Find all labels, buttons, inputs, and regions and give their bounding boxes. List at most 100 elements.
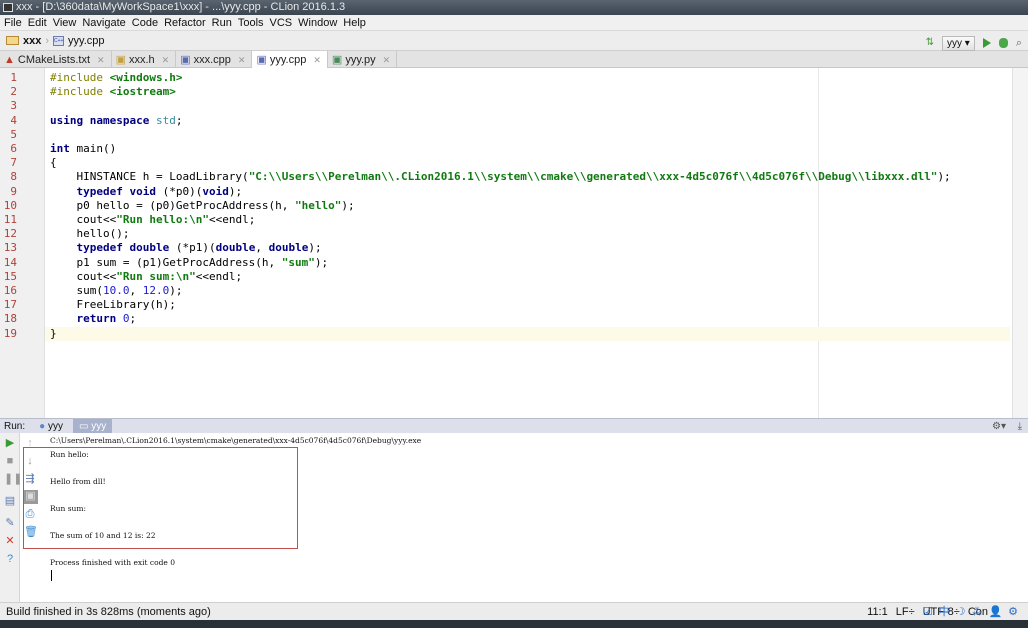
tab-yyy-py[interactable]: ▣ yyy.py ✕ — [328, 51, 398, 68]
console-line: C:\Users\Perelman\.CLion2016.1\system\cm… — [50, 436, 422, 445]
code-line[interactable]: p0 hello = (p0)GetProcAddress(h, "hello"… — [50, 198, 355, 213]
code-line[interactable]: typedef double (*p1)(double, double); — [50, 241, 322, 255]
right-margin-guide — [818, 68, 819, 418]
search-icon[interactable]: ⌕ — [1016, 33, 1022, 53]
code-line[interactable]: HINSTANCE h = LoadLibrary("C:\\Users\\Pe… — [50, 170, 951, 184]
menu-view[interactable]: View — [53, 15, 82, 30]
line-number: 17 — [3, 298, 17, 312]
code-line[interactable]: cout<<"Run sum:\n"<<endl; — [50, 270, 242, 284]
code-line[interactable]: return 0; — [50, 312, 137, 326]
tab-label: xxx.cpp — [193, 53, 231, 66]
code-line[interactable]: } — [50, 327, 57, 341]
code-token: "sum" — [281, 255, 315, 269]
line-number: 15 — [3, 269, 17, 283]
rerun-icon[interactable]: ▶ — [4, 437, 16, 449]
tab-yyy-cpp[interactable]: ▣ yyy.cpp ✕ — [252, 51, 328, 68]
line-number: 18 — [3, 312, 17, 326]
code-token: ; — [129, 312, 137, 326]
run-config-select[interactable]: yyy ▾ — [942, 35, 975, 51]
menu-window[interactable]: Window — [298, 15, 342, 30]
highlight-box — [23, 447, 298, 549]
text-cursor — [51, 570, 52, 581]
code-token: sum( — [50, 284, 103, 297]
editor-scrollbar[interactable] — [1012, 68, 1028, 418]
tab-xxx-cpp[interactable]: ▣ xxx.cpp ✕ — [176, 51, 253, 68]
tab-cmakelists-txt[interactable]: ▲ CMakeLists.txt ✕ — [0, 51, 112, 68]
close-tab-icon[interactable]: ✕ — [97, 52, 105, 68]
tab-xxx-h[interactable]: ▣ xxx.h ✕ — [112, 51, 177, 68]
close-tab-icon[interactable]: ✕ — [238, 52, 246, 68]
python-icon: ● — [39, 420, 46, 432]
tab-label: yyy.py — [345, 53, 376, 66]
code-token: ); — [341, 198, 355, 212]
code-token: 12.0 — [142, 284, 170, 297]
code-token: ); — [314, 255, 329, 269]
line-number: 10 — [3, 198, 17, 212]
code-token: p1 sum = (p1)GetProcAddress(h, — [50, 255, 282, 269]
run-button[interactable] — [982, 38, 991, 48]
menu-tools[interactable]: Tools — [238, 15, 269, 30]
menu-file[interactable]: File — [4, 15, 27, 30]
cursor-position[interactable]: 11:1 — [867, 603, 888, 621]
code-token: std — [155, 113, 176, 127]
code-line[interactable]: hello(); — [50, 227, 129, 241]
line-separator[interactable]: LF÷ — [896, 603, 915, 621]
menu-refactor[interactable]: Refactor — [164, 15, 211, 30]
code-line[interactable]: #include <windows.h> — [50, 71, 182, 85]
code-line[interactable]: int main() — [50, 142, 116, 156]
run-tab-yyy-python[interactable]: ● yyy — [33, 419, 69, 434]
code-line[interactable]: sum(10.0, 12.0); — [50, 284, 182, 298]
app-icon — [3, 3, 13, 12]
code-line[interactable]: FreeLibrary(h); — [50, 298, 176, 312]
code-editor[interactable]: 1 2 3 4 5 6 7 8 9 10 11 12 13 14 15 16 17 18 19 #include <… — [0, 68, 1028, 418]
build-icon[interactable]: ⇅ — [926, 33, 934, 53]
code-token: ); — [937, 170, 951, 184]
breadcrumb-file[interactable]: yyy.cpp — [68, 31, 104, 51]
code-token: FreeLibrary(h); — [50, 298, 176, 312]
cpp-file-icon: ▣ — [180, 53, 191, 66]
run-left-toolbar: ▶ ■ ❚❚ ▤ ✎ ✕ ? — [0, 433, 22, 602]
help-icon[interactable]: ? — [4, 553, 16, 565]
line-number: 16 — [3, 284, 17, 297]
navigation-bar: xxx › C++ yyy.cpp ⇅ yyy ▾ ⌕ — [0, 31, 1028, 51]
pause-icon[interactable]: ❚❚ — [4, 473, 22, 485]
pin-icon[interactable]: ✎ — [4, 517, 16, 529]
menu-edit[interactable]: Edit — [28, 15, 52, 30]
line-number: 12 — [3, 227, 17, 241]
menu-help[interactable]: Help — [343, 15, 371, 30]
close-tab-icon[interactable]: ✕ — [162, 52, 170, 68]
code-line[interactable]: p1 sum = (p1)GetProcAddress(h, "sum"); — [50, 256, 328, 270]
code-line[interactable]: using namespace std; — [50, 114, 182, 128]
folder-icon — [6, 36, 19, 45]
run-tab-yyy[interactable]: ▭ yyy — [72, 418, 113, 434]
menu-run[interactable]: Run — [212, 15, 237, 30]
run-tool-window-header: Run: ● yyy ▭ yyy ⚙▾ ⤓ — [0, 418, 1028, 434]
code-token: "Run hello:\n" — [116, 213, 209, 226]
menu-code[interactable]: Code — [132, 15, 163, 30]
layout-icon[interactable]: ▤ — [4, 495, 16, 507]
status-bar: Build finished in 3s 828ms (moments ago)… — [0, 602, 1028, 620]
window-title: xxx - [D:\360data\MyWorkSpace1\xxx] - ..… — [16, 1, 346, 13]
code-token: #include — [50, 85, 110, 99]
close-tab-icon[interactable]: ✕ — [383, 52, 391, 68]
code-line[interactable]: { — [50, 156, 57, 170]
breadcrumb-project[interactable]: xxx — [23, 31, 41, 51]
ime-toolbar-icons[interactable]: ☑中☽⁂👤⚙ — [923, 603, 1024, 621]
taskbar — [0, 620, 1028, 628]
close-tab-icon[interactable]: ✕ — [313, 52, 321, 68]
stop-icon[interactable]: ■ — [4, 455, 16, 467]
gear-icon[interactable]: ⚙▾ — [992, 421, 1006, 432]
close-icon[interactable]: ✕ — [4, 535, 16, 547]
menu-navigate[interactable]: Navigate — [82, 15, 130, 30]
code-token: , — [129, 284, 143, 297]
menu-vcs[interactable]: VCS — [270, 15, 298, 30]
code-line[interactable]: typedef void (*p0)(void); — [50, 185, 243, 199]
chevron-right-icon: › — [45, 34, 50, 47]
hide-icon[interactable]: ⤓ — [1018, 421, 1022, 432]
debug-button[interactable] — [998, 38, 1008, 48]
line-number: 11 — [3, 213, 17, 226]
code-line[interactable]: #include <iostream> — [50, 85, 176, 99]
code-line[interactable]: cout<<"Run hello:\n"<<endl; — [50, 213, 255, 227]
